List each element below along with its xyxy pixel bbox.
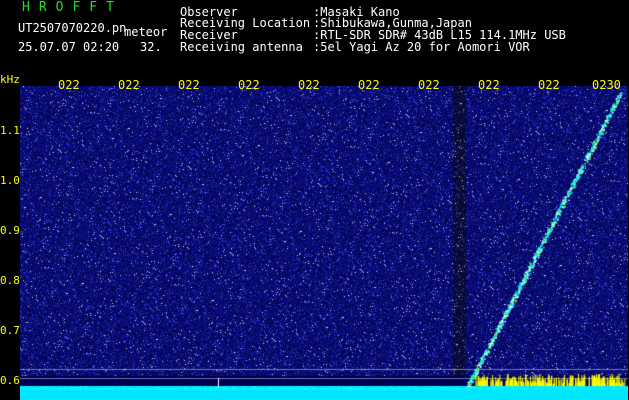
field-label-antenna: Receiving antenna (180, 40, 303, 54)
value-readout: 32. (140, 40, 162, 54)
mode-label: meteor (124, 25, 168, 39)
y-tick-label: 0.6 (0, 374, 20, 387)
date-time: 25.07.07 02:20 (18, 40, 120, 54)
app-brand: HROFFT (22, 0, 123, 15)
time-label: 022 (58, 78, 80, 92)
time-axis: 022 022 022 022 022 022 022 022 022 0230 (20, 78, 628, 92)
time-label: 022 (358, 78, 380, 92)
y-tick-label: 0.8 (0, 274, 20, 287)
y-tick-label: 0.9 (0, 224, 20, 237)
spectrogram (20, 86, 628, 400)
file-name: UT2507070220.pn (18, 21, 127, 35)
y-tick-label: 1.0 (0, 174, 20, 187)
time-label: 022 (118, 78, 140, 92)
time-label: 022 (538, 78, 560, 92)
frequency-axis: kHz 1.1 1.0 0.9 0.8 0.7 0.6 (0, 70, 20, 400)
axis-unit: kHz (0, 73, 20, 86)
field-value-antenna: :5el Yagi Az 20 for Aomori VOR (313, 40, 530, 54)
time-label: 022 (178, 78, 200, 92)
y-tick-label: 1.1 (0, 124, 20, 137)
time-label: 022 (298, 78, 320, 92)
time-label: 022 (478, 78, 500, 92)
time-label: 022 (418, 78, 440, 92)
time-label: 022 (238, 78, 260, 92)
time-label: 0230 (592, 78, 621, 92)
y-tick-label: 0.7 (0, 324, 20, 337)
